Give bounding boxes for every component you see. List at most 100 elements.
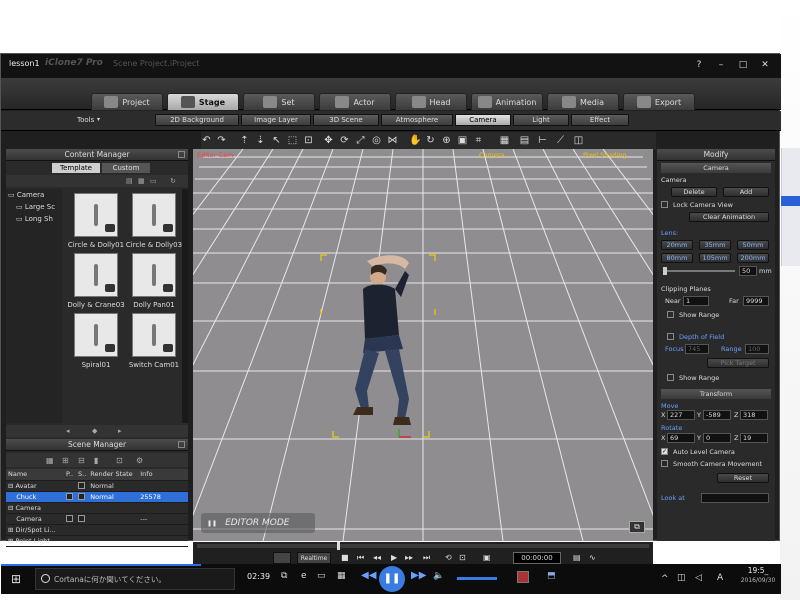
subtab-light[interactable]: Light bbox=[513, 114, 569, 126]
thumb-size-icon[interactable]: ▦ bbox=[138, 177, 145, 185]
folder-icon[interactable]: ▭ bbox=[150, 177, 157, 185]
redo-icon[interactable]: ↷ bbox=[216, 135, 227, 146]
smooth-camera-checkbox[interactable] bbox=[661, 460, 668, 467]
stop-icon[interactable]: ■ bbox=[341, 553, 349, 562]
tab-media[interactable]: Media bbox=[547, 93, 619, 111]
range-input[interactable]: 100 bbox=[745, 344, 769, 354]
subtab-effect[interactable]: Effect bbox=[571, 114, 629, 126]
thumb-spiral01[interactable] bbox=[74, 313, 118, 357]
col-render-state[interactable]: Render State bbox=[88, 469, 139, 481]
lens-20mm-button[interactable]: 20mm bbox=[661, 240, 693, 250]
tree-item-large-scene[interactable]: ▭ Large Sc bbox=[16, 203, 55, 211]
clock-time[interactable]: 19:5_ bbox=[743, 566, 773, 575]
select-lock-icon[interactable]: ⊡ bbox=[303, 135, 314, 146]
close-icon[interactable]: ✕ bbox=[757, 58, 773, 72]
timeline-icon[interactable]: ▤ bbox=[573, 553, 581, 562]
show-range2-checkbox[interactable] bbox=[667, 374, 674, 381]
fit-icon[interactable]: ⌗ bbox=[473, 135, 484, 146]
scene-collapse-icon[interactable]: ⊟ bbox=[78, 456, 85, 465]
move-y-input[interactable]: -589 bbox=[703, 410, 731, 420]
camera-label[interactable]: Camera bbox=[479, 151, 505, 161]
snapshot-icon[interactable]: ▣ bbox=[483, 553, 491, 562]
tab-stage[interactable]: Stage bbox=[167, 93, 239, 111]
taskview-icon[interactable]: ⧉ bbox=[281, 571, 287, 581]
remove-icon[interactable]: ▸ bbox=[118, 427, 122, 435]
pick-checkbox[interactable] bbox=[66, 515, 73, 522]
notification-icon[interactable]: ^ bbox=[661, 574, 669, 584]
explorer-icon[interactable]: ▭ bbox=[317, 571, 326, 581]
subtab-camera[interactable]: Camera bbox=[455, 114, 511, 126]
clear-animation-button[interactable]: Clear Animation bbox=[689, 212, 769, 222]
rotate-z-input[interactable]: 19 bbox=[740, 433, 768, 443]
next-frame-icon[interactable]: ▸▸ bbox=[405, 553, 413, 562]
snap-icon[interactable]: ⋈ bbox=[387, 135, 398, 146]
record-icon[interactable] bbox=[273, 552, 291, 564]
auto-level-checkbox[interactable]: ✓ bbox=[661, 448, 668, 455]
tab-export[interactable]: Export bbox=[623, 93, 695, 111]
subtab-atmosphere[interactable]: Atmosphere bbox=[381, 114, 453, 126]
minimize-icon[interactable]: – bbox=[713, 58, 729, 72]
camera-view-icon[interactable]: ▣ bbox=[457, 135, 468, 146]
zoom-icon[interactable]: ⊕ bbox=[441, 135, 452, 146]
iclone-taskbar-icon[interactable] bbox=[517, 571, 529, 583]
apply-icon[interactable]: ◂ bbox=[66, 427, 70, 435]
app-taskbar-icon[interactable]: ⬒ bbox=[547, 571, 556, 581]
select-area-icon[interactable]: ⬚ bbox=[287, 135, 298, 146]
tree-item-long-shot[interactable]: ▭ Long Sh bbox=[16, 215, 53, 223]
col-s[interactable]: S.. bbox=[76, 469, 89, 481]
rotate-x-input[interactable]: 69 bbox=[667, 433, 695, 443]
table-row[interactable]: Chuck Normal 25578 bbox=[6, 491, 188, 503]
dof-checkbox[interactable] bbox=[667, 333, 674, 340]
section-camera[interactable]: Camera bbox=[661, 163, 771, 173]
add-icon[interactable]: ◆ bbox=[92, 427, 97, 435]
view-toggle-icon[interactable]: ▤ bbox=[126, 177, 133, 185]
col-info[interactable]: Info bbox=[138, 469, 188, 481]
tab-actor[interactable]: Actor bbox=[319, 93, 391, 111]
loop-icon[interactable]: ⟲ bbox=[445, 553, 452, 562]
thumb-circle-dolly01[interactable] bbox=[74, 193, 118, 237]
show-range-checkbox[interactable] bbox=[667, 311, 674, 318]
help-icon[interactable]: ? bbox=[691, 58, 707, 72]
table-row[interactable]: ⊟ Camera bbox=[6, 502, 188, 514]
move-down-icon[interactable]: ⇣ bbox=[255, 135, 266, 146]
rotate-icon[interactable]: ⟳ bbox=[339, 135, 350, 146]
edge-icon[interactable]: e bbox=[301, 571, 307, 581]
subtab-2d-background[interactable]: 2D Background bbox=[155, 114, 239, 126]
3d-viewport[interactable]: Editor Cam Camera Pixel Shading ❚❚ EDITO… bbox=[193, 149, 653, 541]
subtab-image-layer[interactable]: Image Layer bbox=[241, 114, 311, 126]
section-transform[interactable]: Transform bbox=[661, 389, 771, 399]
far-input[interactable]: 9999 bbox=[743, 296, 769, 306]
clock-date[interactable]: 2016/09/30 bbox=[737, 577, 779, 584]
tree-item-camera[interactable]: ▭ Camera bbox=[8, 191, 44, 199]
camera-switch-icon[interactable]: ⊡ bbox=[459, 553, 466, 562]
thumb-circle-dolly03[interactable] bbox=[132, 193, 176, 237]
table-row[interactable]: ⊟ Avatar Normal bbox=[6, 480, 188, 492]
measure-icon[interactable]: ⊢ bbox=[537, 135, 548, 146]
table-row[interactable]: ⊞ Point Light bbox=[6, 535, 188, 547]
tab-project[interactable]: Project bbox=[91, 93, 163, 111]
wand-icon[interactable]: ⟋ bbox=[555, 135, 566, 146]
look-at-input[interactable] bbox=[701, 493, 769, 503]
pan-icon[interactable]: ✋ bbox=[409, 135, 421, 146]
tab-set[interactable]: Set bbox=[243, 93, 315, 111]
curve-icon[interactable]: ∿ bbox=[589, 553, 596, 562]
pick-checkbox[interactable] bbox=[66, 493, 73, 500]
rotate-y-input[interactable]: 0 bbox=[703, 433, 731, 443]
orbit-icon[interactable]: ↻ bbox=[425, 135, 436, 146]
table-row[interactable]: ⊞ Dir/Spot Li... bbox=[6, 524, 188, 536]
content-scrollbar[interactable] bbox=[182, 189, 188, 423]
lens-35mm-button[interactable]: 35mm bbox=[699, 240, 731, 250]
quality-icon[interactable]: ▦ bbox=[499, 135, 510, 146]
volume-icon[interactable]: 🔈 bbox=[433, 571, 444, 581]
undo-icon[interactable]: ↶ bbox=[201, 135, 212, 146]
lens-slider-thumb[interactable] bbox=[663, 267, 667, 275]
timeline-track[interactable] bbox=[197, 544, 649, 548]
move-z-input[interactable]: 318 bbox=[740, 410, 768, 420]
lens-200mm-button[interactable]: 200mm bbox=[737, 253, 769, 263]
add-button[interactable]: Add bbox=[723, 187, 769, 197]
show-checkbox[interactable] bbox=[78, 515, 85, 522]
volume-slider[interactable] bbox=[457, 577, 497, 580]
forward-icon[interactable]: ▶▶ bbox=[411, 570, 426, 581]
cortana-search-input[interactable]: Cortanaに何か聞いてください。 bbox=[35, 568, 235, 590]
realtime-button[interactable]: Realtime bbox=[297, 552, 331, 564]
